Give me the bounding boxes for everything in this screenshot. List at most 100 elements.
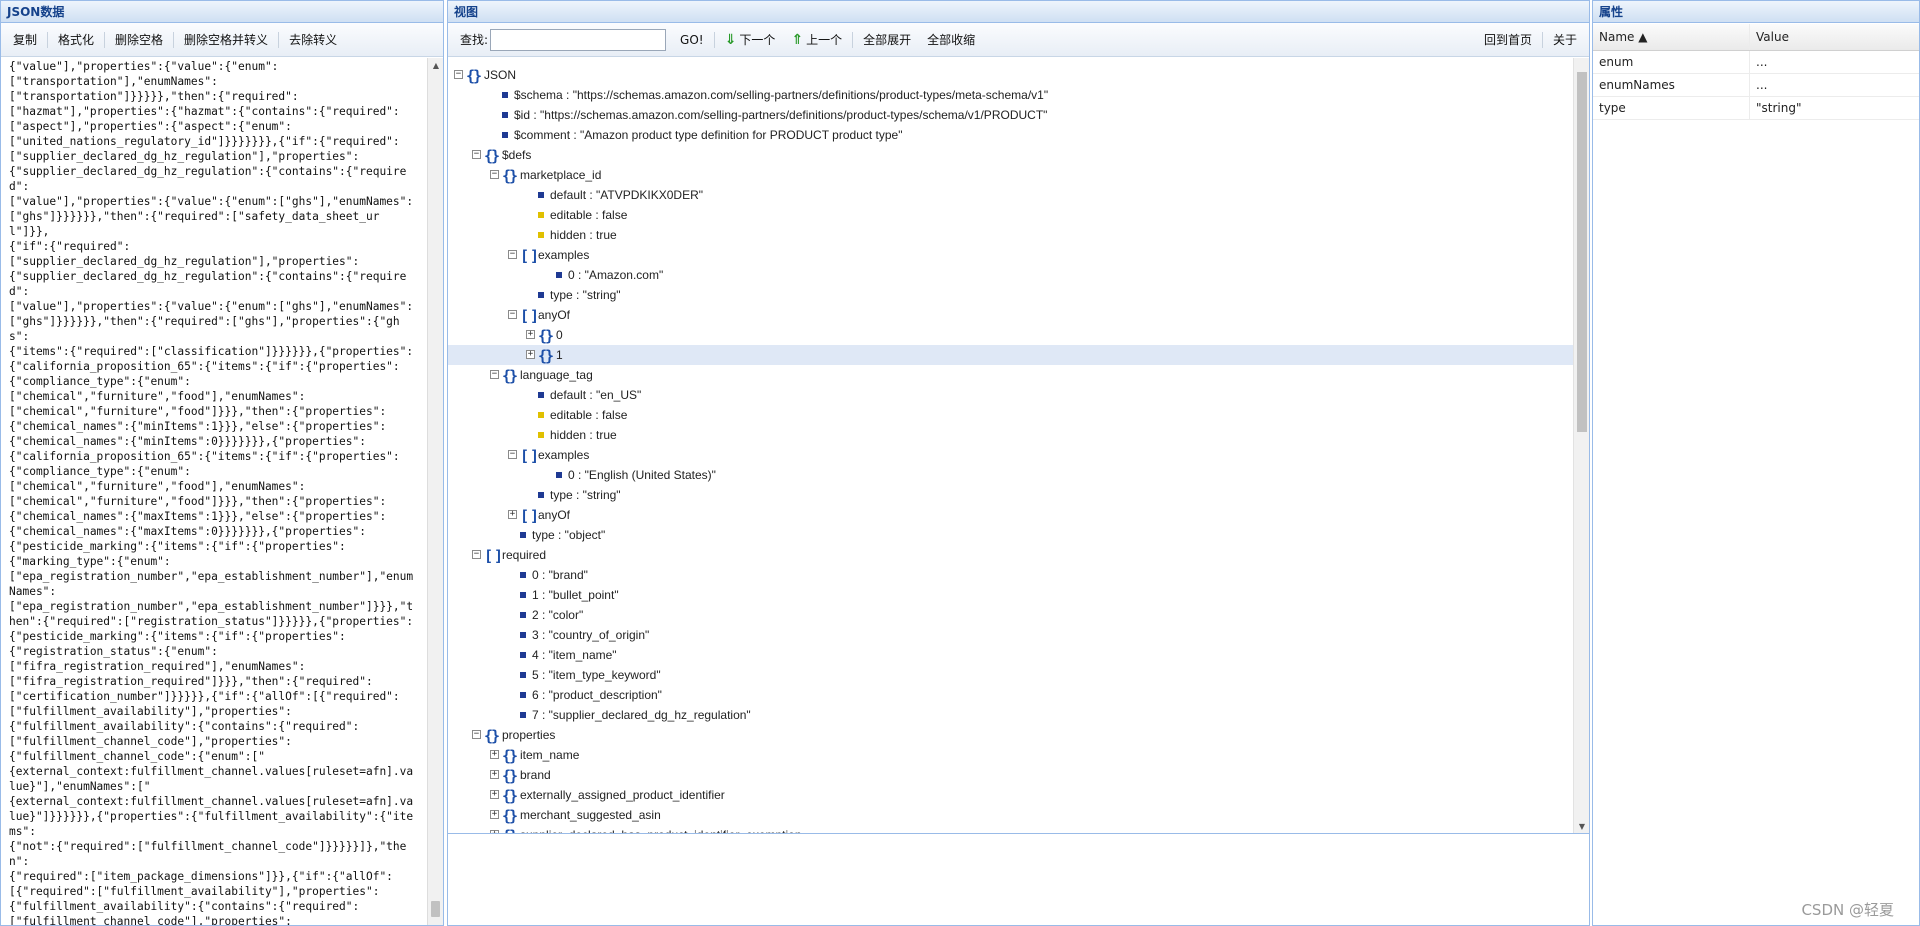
- tree-node[interactable]: 3 : "country_of_origin": [448, 625, 1573, 645]
- expand-toggle-icon[interactable]: +: [490, 770, 499, 779]
- collapse-toggle-icon[interactable]: −: [508, 450, 517, 459]
- collapse-toggle-icon[interactable]: −: [490, 370, 499, 379]
- property-row[interactable]: enumNames ...: [1593, 74, 1919, 97]
- tree-node[interactable]: −{} properties: [448, 725, 1573, 745]
- tree-node[interactable]: hidden : true: [448, 225, 1573, 245]
- tree-scroll-thumb[interactable]: [1577, 72, 1587, 432]
- copy-button[interactable]: 复制: [5, 28, 45, 51]
- collapse-toggle-icon[interactable]: −: [508, 310, 517, 319]
- tree-node[interactable]: −{} marketplace_id: [448, 165, 1573, 185]
- expand-toggle-icon[interactable]: +: [490, 790, 499, 799]
- property-row[interactable]: type "string": [1593, 97, 1919, 120]
- collapse-toggle-icon[interactable]: −: [490, 170, 499, 179]
- tree-node[interactable]: 1 : "bullet_point": [448, 585, 1573, 605]
- tree-node[interactable]: $schema : "https://schemas.amazon.com/se…: [448, 85, 1573, 105]
- about-button[interactable]: 关于: [1545, 28, 1585, 51]
- collapse-toggle-icon[interactable]: −: [472, 730, 481, 739]
- tree-node[interactable]: 6 : "product_description": [448, 685, 1573, 705]
- unescape-button[interactable]: 去除转义: [281, 28, 345, 51]
- value-column-header[interactable]: Value: [1750, 24, 1919, 50]
- tree-node-label: properties: [502, 728, 556, 742]
- tree-node[interactable]: default : "ATVPDKIKX0DER": [448, 185, 1573, 205]
- expand-toggle-icon[interactable]: +: [490, 810, 499, 819]
- tree-node[interactable]: +{} 0: [448, 325, 1573, 345]
- tree-node[interactable]: 0 : "brand": [448, 565, 1573, 585]
- expand-toggle-icon[interactable]: +: [526, 350, 535, 359]
- string-node-icon: [520, 592, 526, 598]
- tree-node[interactable]: −[] examples: [448, 245, 1573, 265]
- tree-node[interactable]: −{} $defs: [448, 145, 1573, 165]
- expand-toggle-icon[interactable]: +: [508, 510, 517, 519]
- tree-node[interactable]: +{} merchant_suggested_asin: [448, 805, 1573, 825]
- scroll-down-arrow-icon[interactable]: ▼: [1574, 822, 1589, 831]
- collapse-all-button[interactable]: 全部收缩: [919, 28, 983, 51]
- tree-node[interactable]: type : "string": [448, 285, 1573, 305]
- collapse-toggle-icon[interactable]: −: [472, 150, 481, 159]
- json-scroll-thumb[interactable]: [431, 901, 440, 917]
- tree-node[interactable]: 0 : "Amazon.com": [448, 265, 1573, 285]
- tree-node[interactable]: 4 : "item_name": [448, 645, 1573, 665]
- tree-node[interactable]: +{} brand: [448, 765, 1573, 785]
- tree-node-label: examples: [538, 448, 590, 462]
- tree-node-label: marketplace_id: [520, 168, 602, 182]
- tree-node[interactable]: editable : false: [448, 205, 1573, 225]
- tree-node[interactable]: editable : false: [448, 405, 1573, 425]
- tree-node[interactable]: $comment : "Amazon product type definiti…: [448, 125, 1573, 145]
- toolbar-separator: [713, 31, 715, 48]
- name-column-header[interactable]: Name ▲: [1593, 24, 1750, 50]
- tree-node-label: examples: [538, 248, 590, 262]
- tree-node-label: 4 : "item_name": [532, 648, 617, 662]
- tree-node[interactable]: 5 : "item_type_keyword": [448, 665, 1573, 685]
- tree-node[interactable]: +{}supplier_declared_has_product_identif…: [448, 825, 1573, 833]
- prev-button[interactable]: ⇑ 上一个: [783, 28, 850, 51]
- string-node-icon: [520, 712, 526, 718]
- object-node-icon: {}: [484, 147, 500, 165]
- tree-node[interactable]: +[] anyOf: [448, 505, 1573, 525]
- boolean-node-icon: [538, 412, 544, 418]
- go-button[interactable]: GO!: [672, 30, 712, 50]
- tree-node-label: 2 : "color": [532, 608, 584, 622]
- collapse-toggle-icon[interactable]: −: [454, 70, 463, 79]
- tree-node[interactable]: −{} language_tag: [448, 365, 1573, 385]
- tree-node[interactable]: type : "object": [448, 525, 1573, 545]
- tree-node-label: $schema : "https://schemas.amazon.com/se…: [514, 88, 1049, 102]
- property-row[interactable]: enum ...: [1593, 51, 1919, 74]
- tree-node-label: 0 : "Amazon.com": [568, 268, 664, 282]
- tree-node[interactable]: −[] anyOf: [448, 305, 1573, 325]
- collapse-toggle-icon[interactable]: −: [508, 250, 517, 259]
- tree-node-label: editable : false: [550, 408, 628, 422]
- scroll-up-arrow-icon[interactable]: ▲: [428, 58, 444, 74]
- tree-node[interactable]: −[] examples: [448, 445, 1573, 465]
- expand-all-button[interactable]: 全部展开: [855, 28, 919, 51]
- tree-node[interactable]: 7 : "supplier_declared_dg_hz_regulation": [448, 705, 1573, 725]
- remove-whitespace-button[interactable]: 删除空格: [107, 28, 171, 51]
- tree-node[interactable]: hidden : true: [448, 425, 1573, 445]
- tree-node[interactable]: +{} 1: [448, 345, 1573, 365]
- tree-node[interactable]: −{} JSON: [448, 65, 1573, 85]
- toolbar-separator: [173, 31, 175, 48]
- format-button[interactable]: 格式化: [50, 28, 102, 51]
- tree-node[interactable]: −[] required: [448, 545, 1573, 565]
- search-input[interactable]: [490, 28, 667, 51]
- tree-node[interactable]: 0 : "English (United States)": [448, 465, 1573, 485]
- string-node-icon: [556, 472, 562, 478]
- next-button[interactable]: ⇓ 下一个: [717, 28, 784, 51]
- tree-node-label: 0: [556, 328, 563, 342]
- view-panel-title: 视图: [448, 1, 1589, 23]
- expand-toggle-icon[interactable]: +: [490, 750, 499, 759]
- tree-node[interactable]: 2 : "color": [448, 605, 1573, 625]
- json-scrollbar[interactable]: ▲: [427, 58, 443, 925]
- remove-whitespace-escape-button[interactable]: 删除空格并转义: [176, 28, 276, 51]
- tree-node[interactable]: default : "en_US": [448, 385, 1573, 405]
- collapse-toggle-icon[interactable]: −: [472, 550, 481, 559]
- tree-node[interactable]: +{} externally_assigned_product_identifie…: [448, 785, 1573, 805]
- object-node-icon: {}: [502, 807, 518, 825]
- json-text-area[interactable]: {"value"],"properties":{"value":{"enum":…: [1, 58, 427, 925]
- tree-node[interactable]: +{} item_name: [448, 745, 1573, 765]
- home-button[interactable]: 回到首页: [1476, 28, 1540, 51]
- expand-toggle-icon[interactable]: +: [490, 830, 499, 833]
- tree-node[interactable]: $id : "https://schemas.amazon.com/sellin…: [448, 105, 1573, 125]
- tree-node[interactable]: type : "string": [448, 485, 1573, 505]
- tree-scrollbar[interactable]: ▼: [1573, 58, 1589, 833]
- expand-toggle-icon[interactable]: +: [526, 330, 535, 339]
